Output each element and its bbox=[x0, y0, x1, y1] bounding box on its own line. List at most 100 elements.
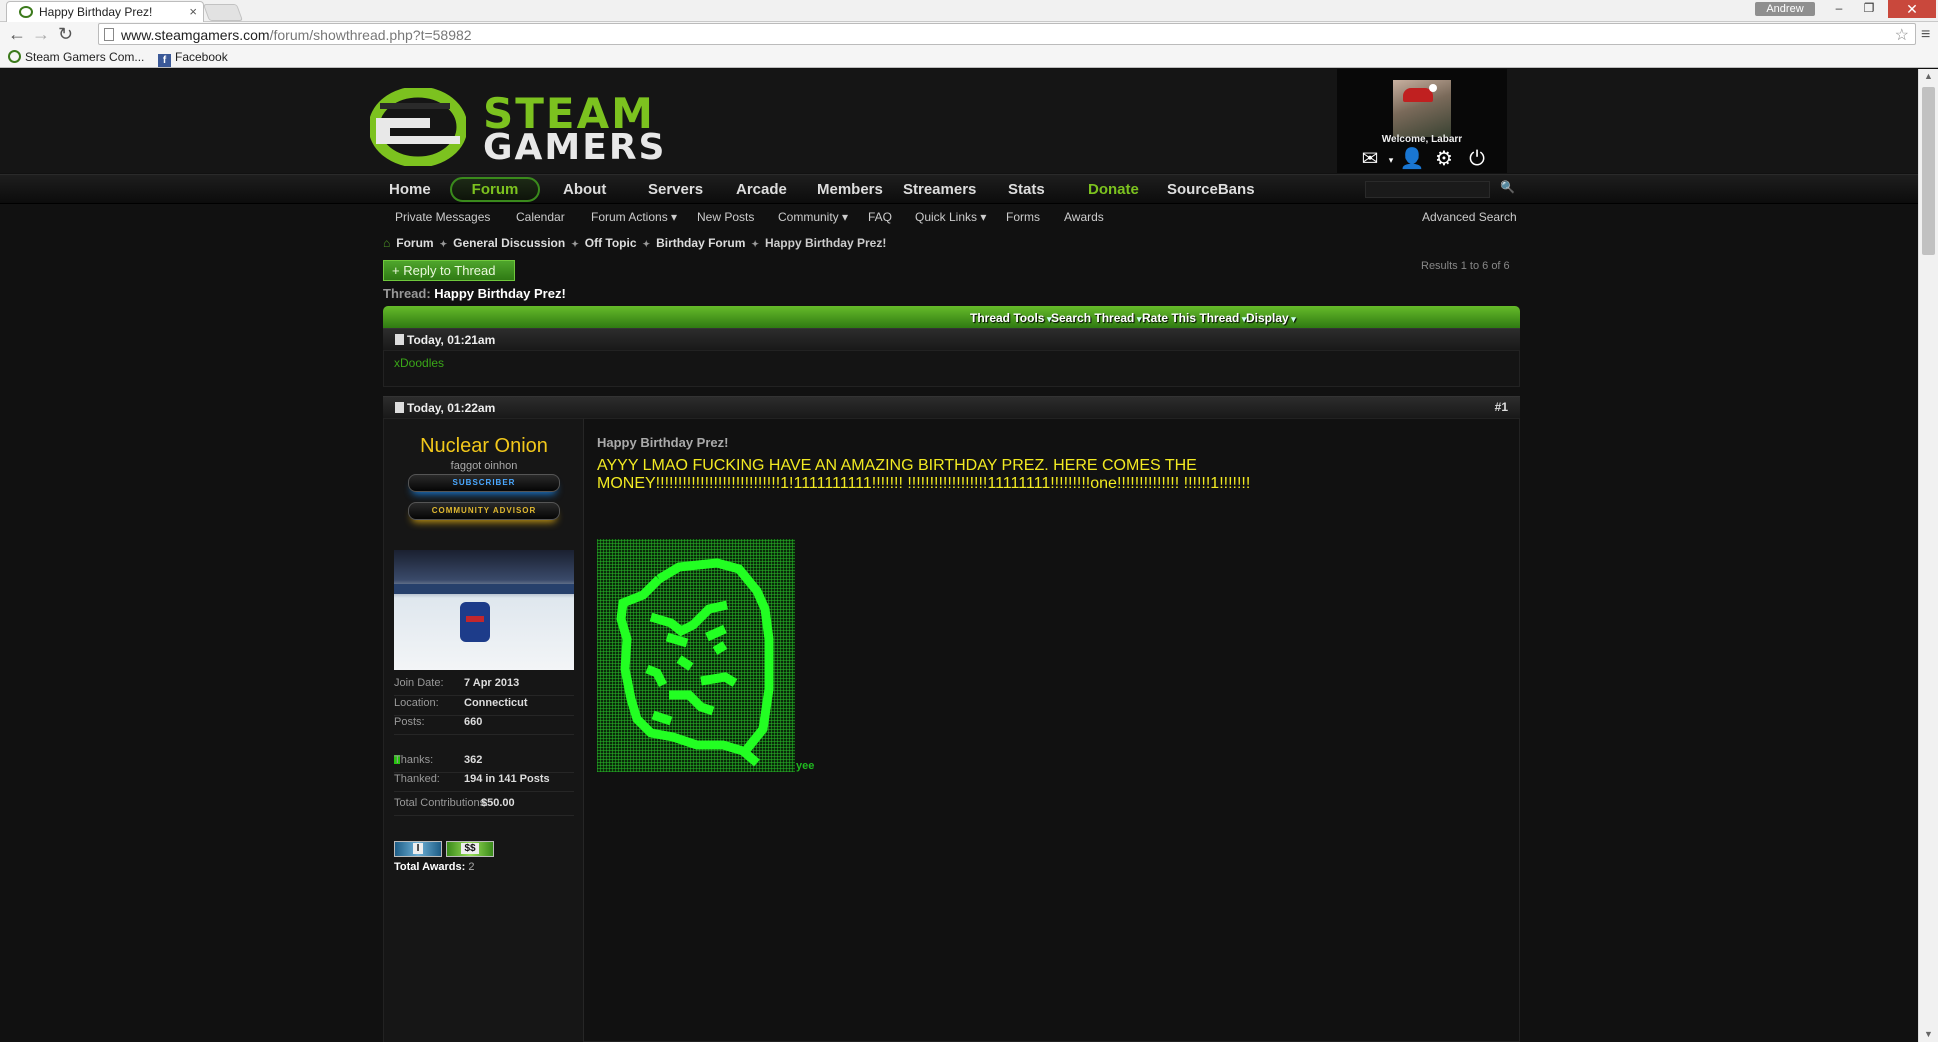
url-path: /forum/showthread.php?t=58982 bbox=[269, 27, 472, 43]
browser-tab[interactable]: Happy Birthday Prez! × bbox=[6, 1, 204, 22]
page-scrollbar[interactable]: ▲ ▼ bbox=[1918, 69, 1938, 1042]
nav-home[interactable]: Home bbox=[389, 181, 431, 198]
stat-key: Thanks: bbox=[394, 754, 434, 766]
bookmark-label: Steam Gamers Com... bbox=[25, 50, 145, 64]
user-avatar[interactable] bbox=[1393, 80, 1451, 137]
post-title: Happy Birthday Prez! bbox=[597, 435, 729, 450]
nav-donate[interactable]: Donate bbox=[1088, 181, 1139, 198]
display-menu[interactable]: Display bbox=[1246, 311, 1296, 325]
user-title: faggot oinhon bbox=[450, 460, 518, 472]
post-number-link[interactable]: #1 bbox=[1495, 400, 1508, 414]
browser-menu-icon[interactable]: ≡ bbox=[1921, 26, 1930, 44]
minimize-icon[interactable]: – bbox=[1826, 0, 1852, 16]
nav-streamers[interactable]: Streamers bbox=[903, 181, 976, 198]
breadcrumb-separator-icon: ✦ bbox=[751, 239, 759, 249]
subnav-quick-links[interactable]: Quick Links ▾ bbox=[915, 210, 986, 224]
award-badge[interactable]: I bbox=[394, 841, 442, 857]
avatar-hockey-player bbox=[460, 602, 490, 642]
profile-user-icon[interactable]: 👤 bbox=[1399, 147, 1425, 171]
bookmark-steam-gamers[interactable]: Steam Gamers Com... bbox=[8, 50, 144, 64]
profile-badge[interactable]: Andrew bbox=[1755, 2, 1815, 16]
award-label: I bbox=[412, 843, 424, 854]
subnav-forum-actions[interactable]: Forum Actions ▾ bbox=[591, 210, 677, 224]
tab-close-icon[interactable]: × bbox=[189, 4, 197, 19]
breadcrumb-general-discussion[interactable]: General Discussion bbox=[453, 236, 565, 250]
settings-gear-icon[interactable]: ⚙ bbox=[1431, 147, 1457, 171]
user-icons: ✉ ▾ 👤 ⚙ ⏻ bbox=[1342, 147, 1502, 171]
restore-icon[interactable]: ❐ bbox=[1856, 0, 1882, 16]
subnav-community[interactable]: Community ▾ bbox=[778, 210, 848, 224]
bookmark-star-icon[interactable]: ☆ bbox=[1895, 25, 1909, 45]
nav-arcade[interactable]: Arcade bbox=[736, 181, 787, 198]
nav-sourcebans[interactable]: SourceBans bbox=[1167, 181, 1255, 198]
forward-arrow-icon[interactable]: → bbox=[32, 24, 50, 45]
steam-favicon-icon bbox=[8, 50, 21, 63]
user-panel: Welcome, Labarr ✉ ▾ 👤 ⚙ ⏻ bbox=[1337, 69, 1507, 173]
url-host: www.steamgamers.com bbox=[121, 27, 270, 43]
stat-value: $50.00 bbox=[481, 797, 515, 809]
nav-forum[interactable]: Forum bbox=[450, 177, 540, 202]
bookmark-facebook[interactable]: f Facebook bbox=[158, 50, 228, 67]
new-tab-button[interactable] bbox=[202, 4, 244, 21]
nav-about[interactable]: About bbox=[563, 181, 606, 198]
stat-value: 660 bbox=[464, 716, 483, 728]
results-count: Results 1 to 6 of 6 bbox=[1421, 260, 1510, 272]
breadcrumb-forum[interactable]: Forum bbox=[396, 236, 433, 250]
post: Nuclear Onion faggot oinhon SUBSCRIBER C… bbox=[383, 418, 1520, 1042]
nav-servers[interactable]: Servers bbox=[648, 181, 703, 198]
advanced-search-link[interactable]: Advanced Search bbox=[1422, 210, 1517, 224]
breadcrumb-off-topic[interactable]: Off Topic bbox=[585, 236, 637, 250]
subnav-forms[interactable]: Forms bbox=[1006, 210, 1040, 224]
subnav-calendar[interactable]: Calendar bbox=[516, 210, 565, 224]
award-badge[interactable]: $$ bbox=[446, 841, 494, 857]
search-icon[interactable]: 🔍 bbox=[1500, 180, 1515, 194]
scroll-down-icon[interactable]: ▼ bbox=[1924, 1029, 1933, 1039]
breadcrumb: ⌂ Forum ✦ General Discussion ✦ Off Topic ✦ Birt… bbox=[383, 236, 886, 250]
post-header: Today, 01:21am bbox=[383, 328, 1520, 350]
logout-power-icon[interactable]: ⏻ bbox=[1464, 147, 1490, 171]
post-userinfo: Nuclear Onion faggot oinhon SUBSCRIBER C… bbox=[384, 419, 584, 1042]
window-close-icon[interactable]: ✕ bbox=[1888, 0, 1936, 18]
post-header: Today, 01:22am #1 bbox=[383, 396, 1520, 418]
stat-key: Posts: bbox=[394, 716, 425, 728]
user-avatar[interactable] bbox=[394, 550, 574, 670]
scroll-up-icon[interactable]: ▲ bbox=[1924, 71, 1933, 81]
rate-thread-menu[interactable]: Rate This Thread bbox=[1142, 311, 1246, 325]
search-thread-menu[interactable]: Search Thread bbox=[1051, 311, 1141, 325]
stat-key: Thanked: bbox=[394, 773, 440, 785]
user-stat-thanked: Thanked: 194 in 141 Posts bbox=[394, 768, 574, 792]
site-logo[interactable]: STEAM GAMERS bbox=[370, 85, 690, 169]
post-username-link[interactable]: xDoodles bbox=[394, 356, 444, 370]
subnav-faq[interactable]: FAQ bbox=[868, 210, 892, 224]
thread-tools-menu[interactable]: Thread Tools bbox=[970, 311, 1051, 325]
home-icon[interactable]: ⌂ bbox=[383, 236, 390, 250]
subnav-awards[interactable]: Awards bbox=[1064, 210, 1104, 224]
browser-tabstrip: Happy Birthday Prez! × Andrew – ❐ ✕ bbox=[0, 0, 1938, 22]
award-label: $$ bbox=[461, 843, 479, 854]
stat-value: 194 in 141 Posts bbox=[464, 773, 550, 785]
url-bar[interactable]: www.steamgamers.com/forum/showthread.php… bbox=[98, 23, 1916, 45]
stat-key: Location: bbox=[394, 697, 439, 709]
subnav-private-messages[interactable]: Private Messages bbox=[395, 210, 490, 224]
breadcrumb-separator-icon: ✦ bbox=[439, 239, 448, 249]
thread-label: Thread: bbox=[383, 286, 431, 301]
reload-icon[interactable]: ↻ bbox=[58, 24, 73, 45]
total-awards-label: Total Awards: bbox=[394, 861, 466, 873]
nav-stats[interactable]: Stats bbox=[1008, 181, 1045, 198]
subnav-new-posts[interactable]: New Posts bbox=[697, 210, 754, 224]
bookmark-label: Facebook bbox=[175, 50, 228, 64]
scrollbar-thumb[interactable] bbox=[1922, 87, 1935, 255]
post-message: AYYY LMAO FUCKING HAVE AN AMAZING BIRTHD… bbox=[597, 457, 1251, 492]
post-username-link[interactable]: Nuclear Onion bbox=[384, 435, 584, 458]
breadcrumb-separator-icon: ✦ bbox=[642, 239, 651, 249]
avatar-rink-board bbox=[394, 584, 574, 594]
facebook-icon: f bbox=[158, 54, 171, 67]
image-caption: yee bbox=[796, 760, 815, 772]
nav-members[interactable]: Members bbox=[817, 181, 883, 198]
rank-badge-community-advisor: COMMUNITY ADVISOR bbox=[408, 502, 560, 520]
post-image-ascii-face[interactable] bbox=[597, 539, 795, 772]
breadcrumb-birthday-forum[interactable]: Birthday Forum bbox=[656, 236, 745, 250]
search-input[interactable] bbox=[1365, 181, 1490, 198]
back-arrow-icon[interactable]: ← bbox=[8, 24, 26, 45]
reply-to-thread-button[interactable]: + Reply to Thread bbox=[383, 260, 515, 281]
